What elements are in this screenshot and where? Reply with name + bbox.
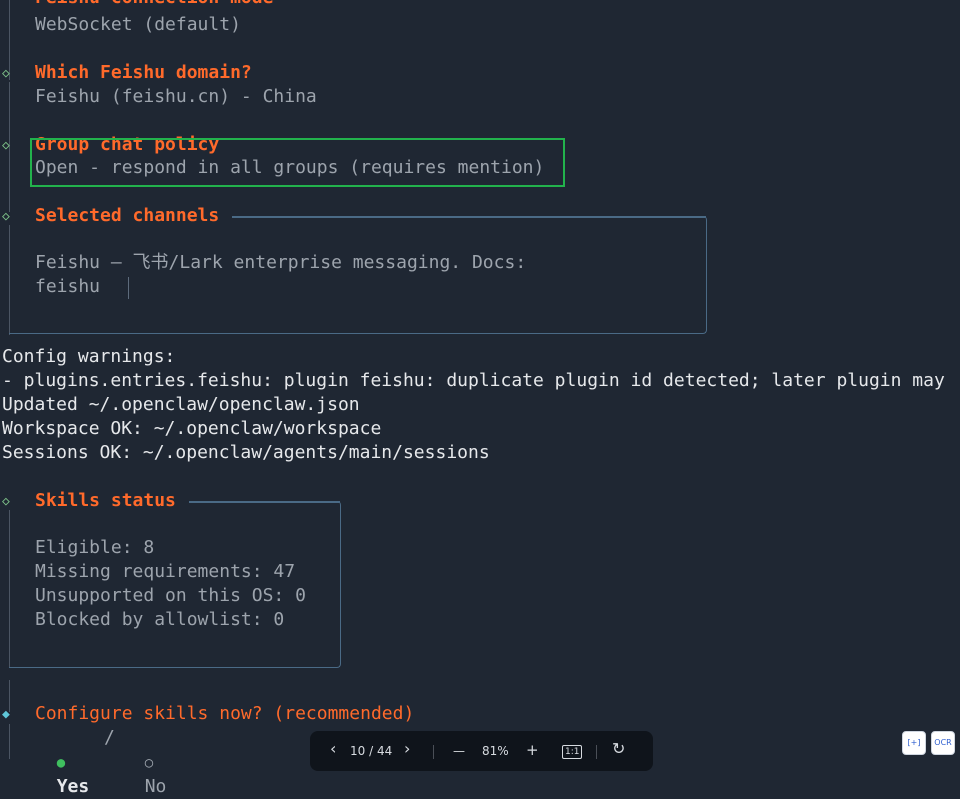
channels-box	[9, 216, 707, 334]
channels-line2: feishu	[35, 276, 101, 297]
prev-step-title: Feishu connection mode	[35, 0, 273, 10]
active-step-diamond-icon: ◆	[2, 707, 10, 722]
step-diamond-icon: ◇	[2, 138, 10, 153]
no-option[interactable]: ○ No	[123, 726, 167, 799]
skills-eligible: Eligible: 8	[35, 537, 155, 558]
no-label: No	[144, 776, 167, 797]
option-separator: /	[104, 727, 115, 748]
channels-line1: Feishu — 飞书/Lark enterprise messaging. D…	[35, 252, 527, 273]
step-diamond-icon: ◇	[2, 66, 10, 81]
ocr-icon[interactable]: OCR	[931, 731, 955, 755]
prev-step-value: WebSocket (default)	[35, 14, 241, 35]
zoom-out-button[interactable]: —	[453, 743, 465, 759]
config-log-line: - plugins.entries.feishu: plugin feishu:…	[2, 370, 945, 391]
toolbar-divider	[433, 745, 434, 759]
gutter-line	[9, 724, 10, 759]
config-log-line: Workspace OK: ~/.openclaw/workspace	[2, 418, 382, 439]
actual-size-button[interactable]: 1:1	[562, 745, 583, 759]
configure-question: Configure skills now? (recommended)	[35, 703, 415, 724]
highlight-box	[30, 138, 565, 187]
domain-step-title: Which Feishu domain?	[35, 62, 252, 83]
next-page-button[interactable]: ›	[404, 741, 410, 757]
radio-selected-icon: ●	[56, 755, 66, 771]
select-text-icon[interactable]: [+]	[902, 731, 926, 755]
radio-empty-icon: ○	[144, 755, 154, 771]
zoom-in-button[interactable]: +	[526, 742, 539, 758]
prev-page-button[interactable]: ‹	[330, 741, 336, 757]
skills-missing: Missing requirements: 47	[35, 561, 296, 582]
yes-label: Yes	[56, 776, 90, 797]
zoom-level: 81%	[482, 744, 509, 758]
config-log-line: Updated ~/.openclaw/openclaw.json	[2, 394, 360, 415]
skills-blocked: Blocked by allowlist: 0	[35, 609, 285, 630]
config-log-line: Config warnings:	[2, 346, 176, 367]
skills-unsupported: Unsupported on this OS: 0	[35, 585, 306, 606]
viewer-toolbar: ‹ 10 / 44 › — 81% + 1:1 ↻	[310, 731, 653, 771]
config-log-line: Sessions OK: ~/.openclaw/agents/main/ses…	[2, 442, 490, 463]
domain-step-value: Feishu (feishu.cn) - China	[35, 86, 317, 107]
text-cursor	[128, 277, 129, 299]
rotate-icon[interactable]: ↻	[612, 741, 625, 757]
page-indicator: 10 / 44	[350, 744, 393, 758]
yes-option[interactable]: ● Yes	[35, 726, 90, 799]
toolbar-divider	[596, 745, 597, 759]
